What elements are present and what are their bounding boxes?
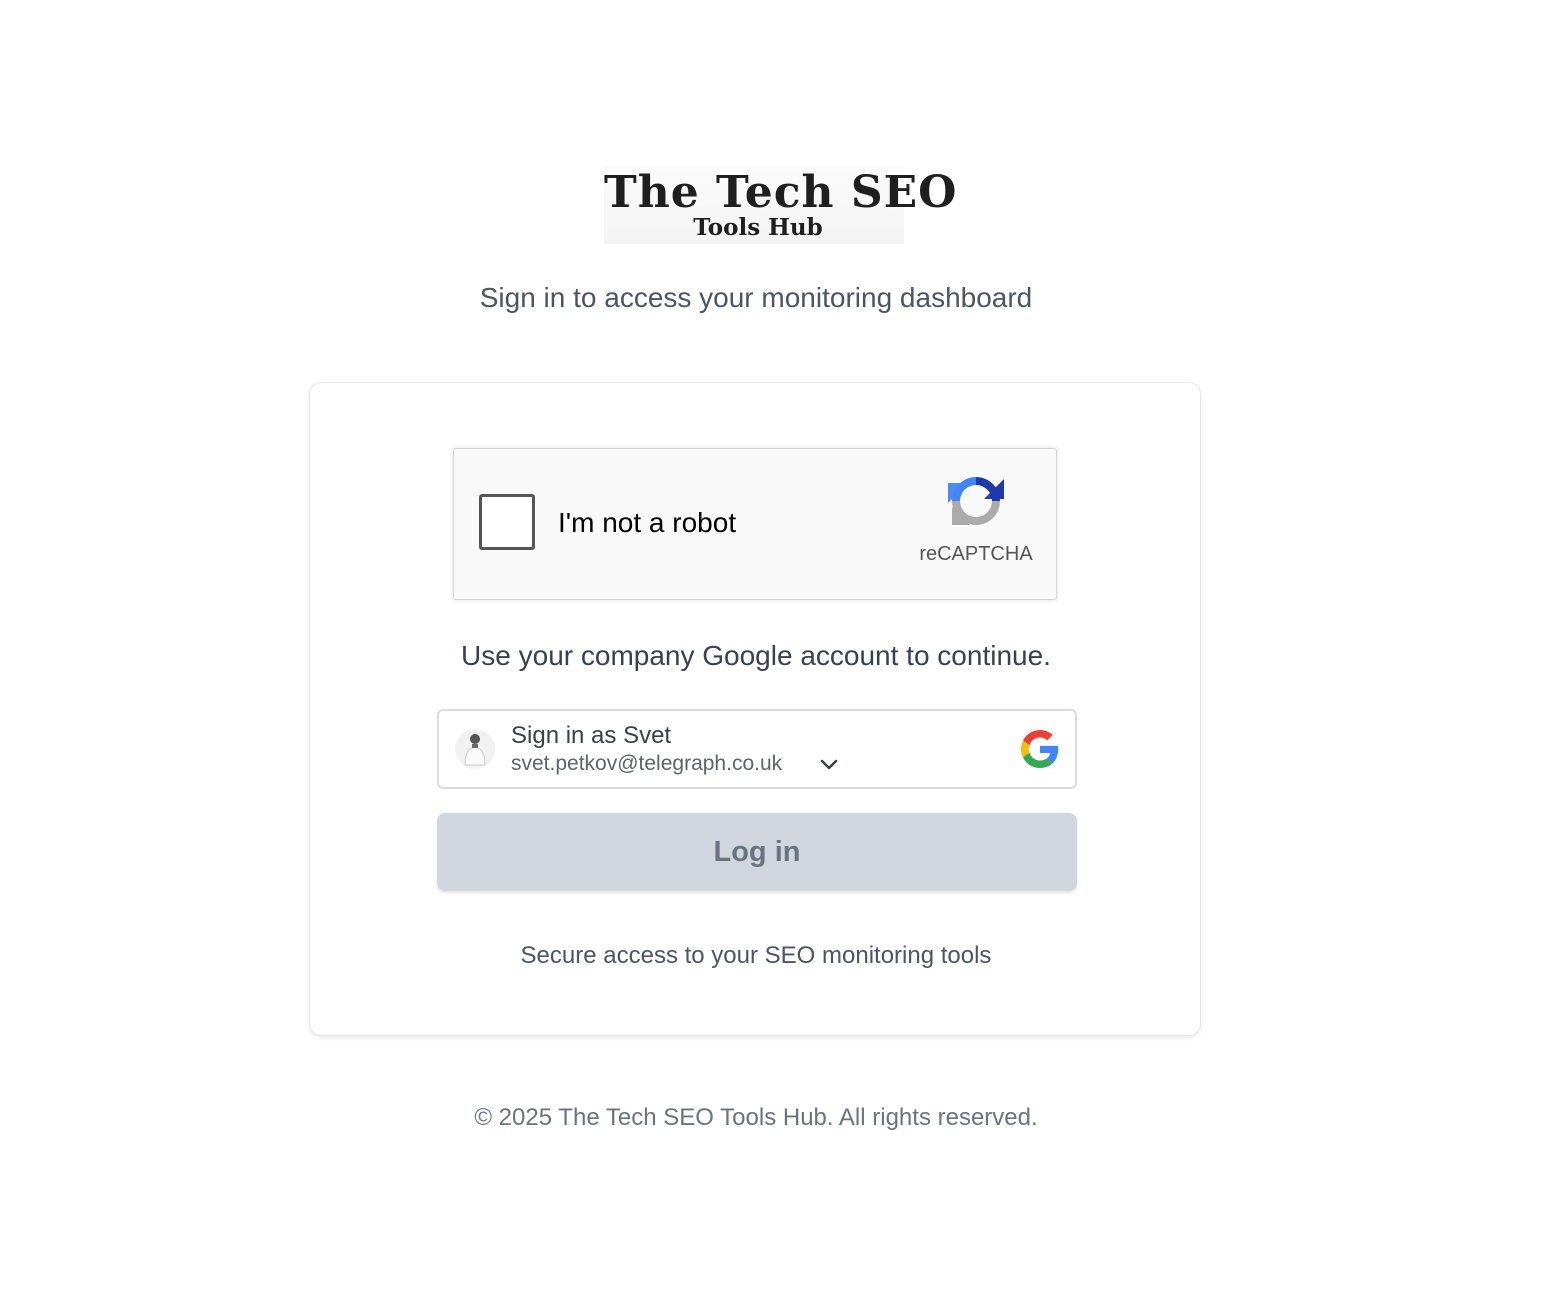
chevron-down-icon[interactable] <box>817 753 841 777</box>
brand-logo: The Tech SEO Tools Hub <box>604 166 958 244</box>
recaptcha-logo-icon <box>948 477 1004 525</box>
google-account-name: Sign in as Svet <box>511 722 672 749</box>
instruction-text: Use your company Google account to conti… <box>461 640 1051 671</box>
login-card: I'm not a robot reCAPTCHA Use your compa… <box>309 382 1201 1036</box>
google-logo-icon <box>1021 730 1059 768</box>
page-subtitle: Sign in to access your monitoring dashbo… <box>479 282 1033 313</box>
recaptcha-brand: reCAPTCHA <box>919 543 1033 565</box>
footer-copyright: © 2025 The Tech SEO Tools Hub. All right… <box>474 1104 1038 1131</box>
logo-title: The Tech SEO <box>604 167 958 218</box>
login-page: The Tech SEO Tools Hub Sign in to access… <box>0 0 1568 1300</box>
recaptcha-label: I'm not a robot <box>558 507 737 538</box>
login-button[interactable]: Log in <box>437 813 1077 891</box>
secure-access-note: Secure access to your SEO monitoring too… <box>520 942 992 969</box>
recaptcha-checkbox[interactable] <box>479 494 535 550</box>
recaptcha-widget: I'm not a robot reCAPTCHA <box>453 448 1057 600</box>
person-icon <box>464 734 486 766</box>
google-signin-button[interactable]: Sign in as Svet svet.petkov@telegraph.co… <box>437 709 1077 789</box>
avatar <box>455 729 495 769</box>
google-account-email: svet.petkov@telegraph.co.uk <box>511 752 783 775</box>
logo-subtitle: Tools Hub <box>693 214 823 241</box>
